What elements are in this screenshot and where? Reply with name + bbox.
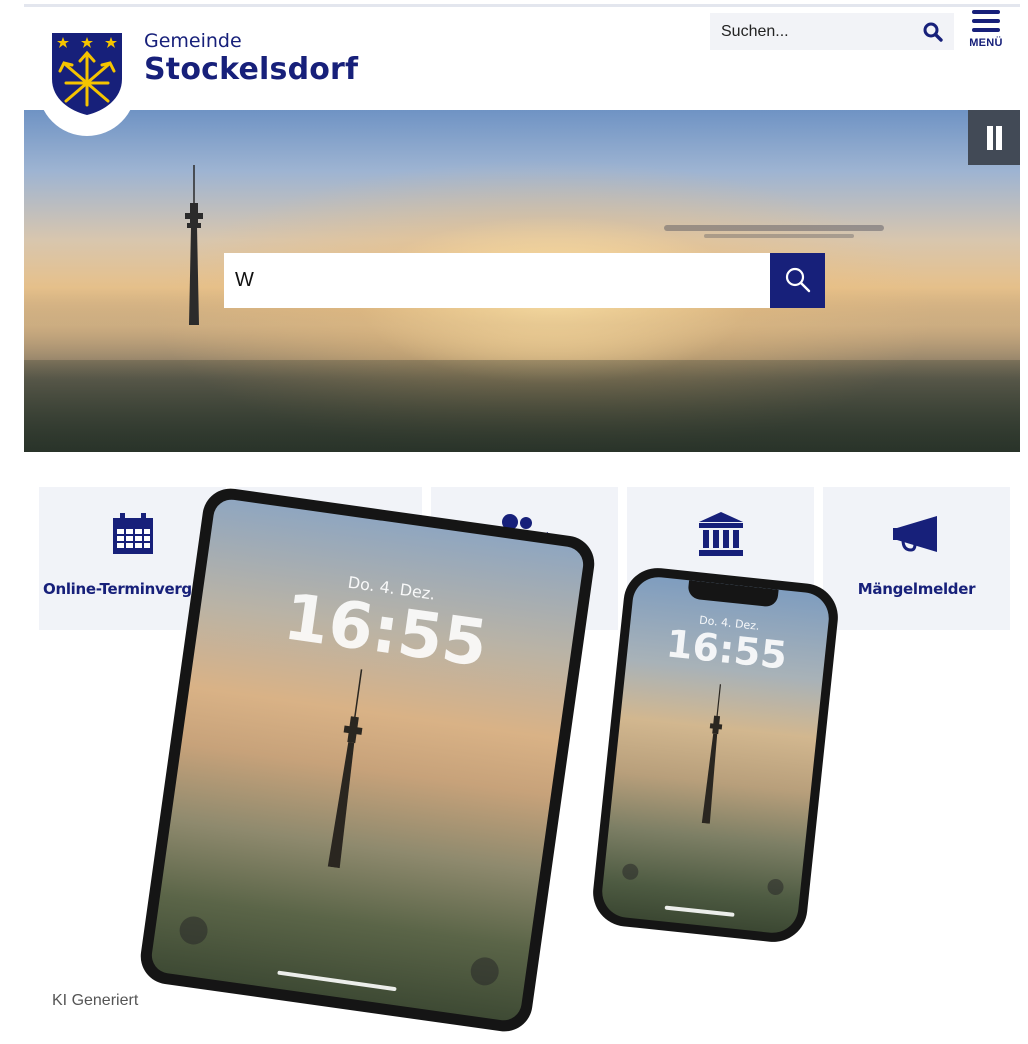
video-camera-icon — [501, 514, 548, 552]
home-indicator — [664, 905, 735, 917]
tile-video[interactable] — [431, 487, 618, 630]
calendar-icon — [112, 513, 153, 554]
site-header: Gemeinde Stockelsdorf MENÜ — [0, 0, 1028, 136]
tile-label: n — [775, 580, 786, 598]
flashlight-icon — [177, 914, 210, 947]
home-indicator — [276, 970, 397, 992]
hamburger-icon — [972, 10, 1000, 14]
camera-icon — [766, 878, 785, 896]
megaphone-icon — [892, 516, 937, 552]
tile-label: Mängelmelder — [857, 580, 976, 598]
slideshow-pause-button[interactable] — [968, 110, 1020, 165]
logo-link[interactable] — [38, 8, 136, 136]
image-caption: KI Generiert — [52, 992, 139, 1009]
hero-search — [224, 253, 825, 308]
header-search — [710, 13, 954, 50]
flashlight-icon — [621, 862, 640, 881]
menu-button[interactable]: MENÜ — [964, 10, 1008, 58]
quick-links: Online-Terminvergabe n Mängelmelder — [39, 487, 1010, 630]
search-icon — [923, 22, 943, 42]
hero-search-button[interactable] — [770, 253, 825, 308]
tv-tower-image — [327, 669, 363, 869]
tile-label: Online-Terminvergabe — [43, 580, 222, 598]
hero-search-input[interactable] — [224, 253, 770, 308]
coat-of-arms-icon — [52, 33, 122, 115]
pause-icon — [987, 126, 993, 150]
brand-name: Stockelsdorf — [144, 52, 359, 87]
tv-tower-image — [701, 684, 723, 824]
tile-town-hall[interactable]: n — [627, 487, 814, 630]
town-hall-icon — [698, 512, 743, 556]
brand-prefix: Gemeinde — [144, 30, 242, 52]
header-search-button[interactable] — [922, 21, 944, 43]
tv-tower-image — [185, 165, 203, 325]
search-icon — [785, 267, 811, 293]
tile-maengelmelder[interactable]: Mängelmelder — [823, 487, 1010, 630]
header-search-input[interactable] — [710, 13, 910, 50]
camera-icon — [468, 955, 501, 988]
tile-online-terminvergabe[interactable]: Online-Terminvergabe — [39, 487, 226, 630]
site-brand[interactable]: Gemeinde Stockelsdorf — [144, 29, 358, 87]
menu-label: MENÜ — [969, 37, 1003, 49]
tile-2[interactable] — [235, 487, 422, 630]
